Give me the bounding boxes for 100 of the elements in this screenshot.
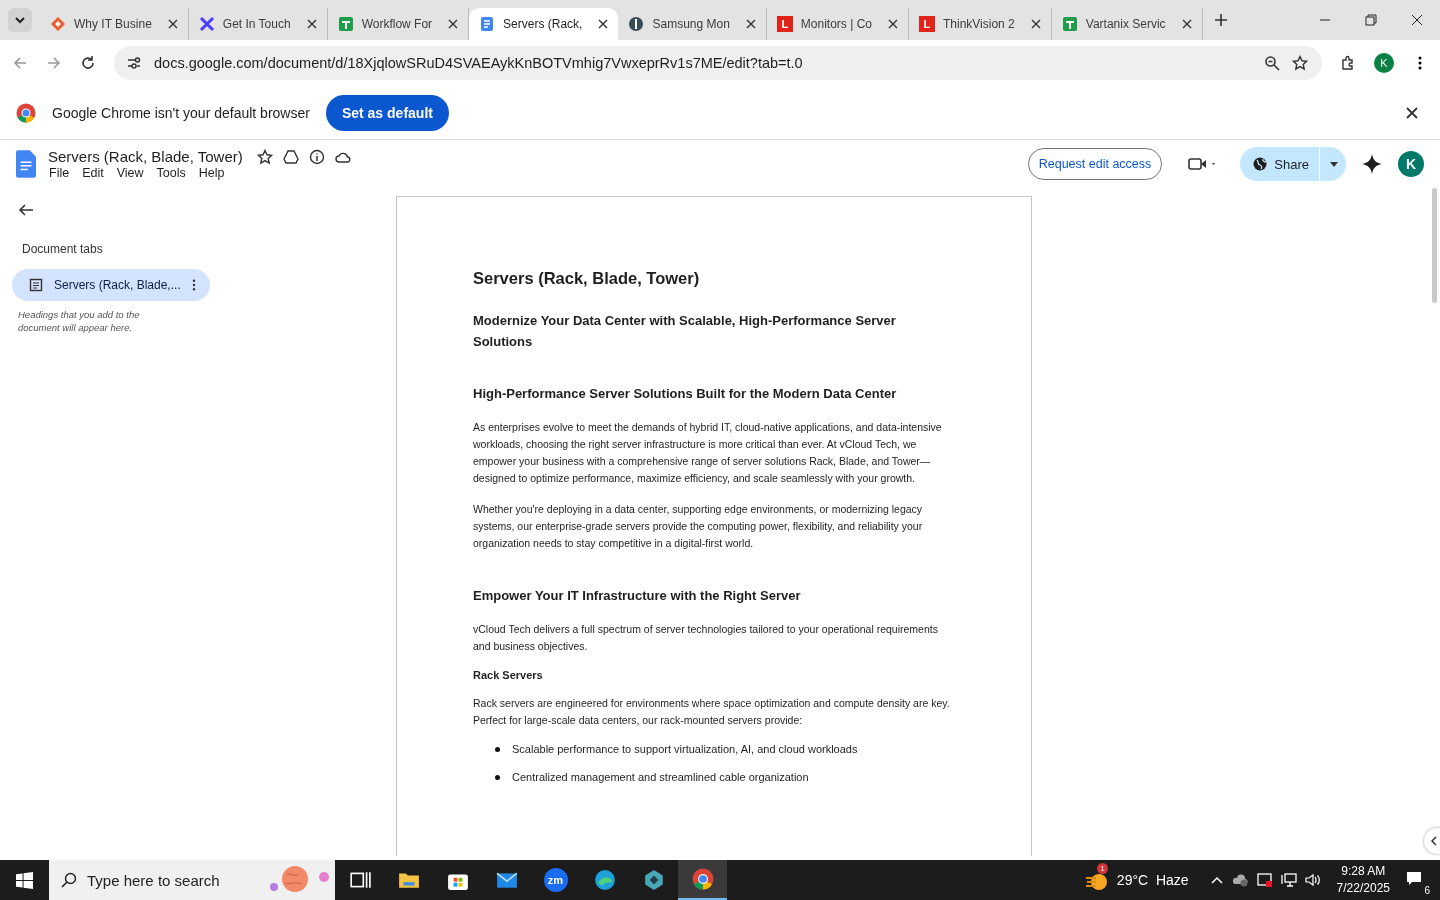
globe-icon — [1252, 156, 1269, 172]
weather-text[interactable]: 29°C Haze — [1116, 872, 1189, 888]
document-icon — [28, 277, 44, 293]
subsection-heading: Rack Servers — [473, 669, 544, 681]
close-icon[interactable] — [1404, 104, 1420, 121]
sheet-icon — [337, 16, 354, 32]
caret-icon[interactable] — [1330, 161, 1338, 167]
date-text: 7/22/2025 — [1336, 880, 1390, 897]
notification-count: 6 — [1422, 885, 1432, 896]
close-icon[interactable] — [306, 19, 317, 29]
star-icon[interactable] — [256, 148, 273, 165]
close-icon[interactable] — [167, 19, 178, 29]
search-icon — [61, 872, 77, 888]
close-icon[interactable] — [1411, 14, 1423, 26]
tab-title: Why IT Busine — [74, 17, 152, 31]
back-icon[interactable] — [18, 202, 34, 218]
notification-icon[interactable] — [1406, 870, 1422, 886]
star-icon[interactable] — [1292, 55, 1308, 71]
close-icon[interactable] — [1181, 19, 1192, 29]
url-text: docs.google.com/document/d/18XjqlowSRuD4SVAEAykKnBOTVmhig7VwxeprRv1s7ME/edit?tab=t.0 — [154, 55, 804, 71]
tab-title: Monitors | Co — [800, 17, 872, 31]
close-icon[interactable] — [745, 19, 756, 29]
more-icon[interactable] — [192, 279, 196, 291]
speaker-icon[interactable] — [1304, 872, 1321, 888]
x-logo-icon — [198, 16, 215, 32]
letter-logo-icon: L — [776, 16, 793, 32]
network-icon[interactable] — [1280, 872, 1297, 888]
list-item: Centralized management and streamlined cable organization — [512, 771, 809, 783]
zoom-app-icon: zm — [543, 868, 568, 892]
chevron-left-icon — [1430, 836, 1438, 846]
document-heading: Servers (Rack, Blade, Tower) — [473, 269, 701, 288]
taskbar-app[interactable]: zm — [531, 860, 580, 900]
share-button[interactable]: Share — [1240, 147, 1346, 181]
screen-share-icon[interactable] — [1256, 872, 1273, 888]
site-settings-icon[interactable] — [126, 55, 142, 71]
puzzle-icon[interactable] — [1340, 55, 1356, 71]
task-view-icon — [348, 869, 371, 891]
document-title[interactable]: Servers (Rack, Blade, Tower) — [48, 148, 243, 165]
forward-icon[interactable] — [46, 55, 62, 71]
section-heading: Empower Your IT Infrastructure with the Right Server — [473, 588, 802, 603]
windows-start-icon[interactable] — [16, 871, 33, 889]
outline-hint: Headings that you add to the document will appear here. — [18, 309, 141, 335]
notification-badge: 1 — [1096, 863, 1108, 874]
menu-item[interactable]: Edit — [82, 166, 104, 180]
restore-icon[interactable] — [1365, 14, 1377, 26]
list-item: Scalable performance to support virtualization, AI, and cloud workloads — [512, 743, 858, 755]
clock[interactable]: 9:28 AM 7/22/2025 — [1336, 863, 1390, 897]
time-text: 9:28 AM — [1341, 863, 1386, 880]
taskbar-app[interactable] — [678, 860, 727, 900]
tab-title: Workflow For — [361, 17, 433, 31]
profile-avatar[interactable]: K — [1374, 53, 1394, 73]
address-bar[interactable]: docs.google.com/document/d/18XjqlowSRuD4SVAEAykKnBOTVmhig7VwxeprRv1s7ME/edit?tab=t.0 — [114, 46, 1322, 80]
bullet-icon — [495, 746, 500, 752]
scrollbar-thumb[interactable] — [1432, 188, 1437, 303]
tab-title: Vartanix Servic — [1085, 17, 1166, 31]
document-tab[interactable]: Servers (Rack, Blade,... — [12, 269, 210, 301]
tab-title: Servers (Rack, — [503, 17, 583, 31]
reload-icon[interactable] — [80, 55, 96, 71]
docs-logo-icon — [16, 150, 36, 178]
browser-tab[interactable]: Servers (Rack, — [469, 8, 619, 40]
hexagon-app-icon — [642, 869, 665, 891]
document-icon — [479, 16, 496, 32]
close-icon[interactable] — [448, 19, 459, 29]
taskbar-search-field[interactable]: Type here to search — [49, 860, 335, 900]
section-heading: High-Performance Server Solutions Built for the Modern Data Center — [473, 386, 898, 401]
bullet-icon — [495, 774, 500, 780]
menu-item[interactable]: View — [116, 166, 144, 180]
paragraph: Whether you're deploying in a data center, supporting edge environments, or modernizing legacy systems, our enterprise-grade servers provide the computing power, flexibility, and reliability your organization needs to stay competitive in a digital-first world. — [473, 502, 924, 551]
paragraph: Rack servers are engineered for environments where space optimization and compute density are key. Perfect for large-scale data centers, our rack-mounted servers provide: — [473, 696, 951, 728]
paragraph: vCloud Tech delivers a full spectrum of server technologies tailored to your operational requirements and business objectives. — [473, 622, 939, 654]
set-as-default-button[interactable]: Set as default — [325, 94, 449, 131]
sparkle-icon[interactable] — [1362, 154, 1382, 174]
sheet-icon — [1061, 16, 1078, 32]
cloud-pause-icon[interactable] — [1232, 872, 1249, 888]
drive-icon[interactable] — [282, 148, 299, 165]
menu-item[interactable]: File — [49, 166, 70, 180]
chrome-logo-icon — [16, 102, 36, 123]
close-icon[interactable] — [887, 19, 898, 29]
menu-item[interactable]: Help — [198, 166, 225, 180]
request-edit-access-button[interactable]: Request edit access — [1027, 148, 1163, 180]
user-avatar[interactable]: K — [1398, 151, 1424, 177]
paragraph: As enterprises evolve to meet the demands of hybrid IT, cloud-native applications, and data-intensive workloads, choosing the right server infrastructure is more critical than ever. At vCloud Tech, we empower your business with a comprehensive range of server solutions Rack, Blade, and Tower—designed to optimize performance, maximize efficiency, and scale seamlessly with your growth. — [473, 420, 943, 486]
menu-item[interactable]: Tools — [156, 166, 186, 180]
tab-title: Get In Touch — [222, 17, 291, 31]
sidebar-heading: Document tabs — [22, 242, 104, 256]
close-icon[interactable] — [1030, 19, 1041, 29]
chrome-logo-icon — [691, 868, 714, 890]
chevron-down-icon — [14, 14, 26, 26]
tab-search-button[interactable] — [8, 8, 32, 32]
circle-logo-icon — [628, 16, 645, 32]
info-icon[interactable] — [308, 148, 325, 165]
share-label: Share — [1274, 156, 1309, 172]
tab-title: ThinkVision 2 — [942, 17, 1015, 31]
default-browser-message: Google Chrome isn't your default browser — [52, 104, 310, 121]
edge-logo-icon — [593, 869, 616, 891]
new-tab-icon[interactable] — [1214, 14, 1227, 26]
letter-logo-icon: L — [918, 16, 935, 32]
diamond-logo-icon — [50, 16, 66, 32]
close-icon[interactable] — [598, 19, 609, 29]
zoom-icon[interactable] — [1264, 55, 1280, 71]
